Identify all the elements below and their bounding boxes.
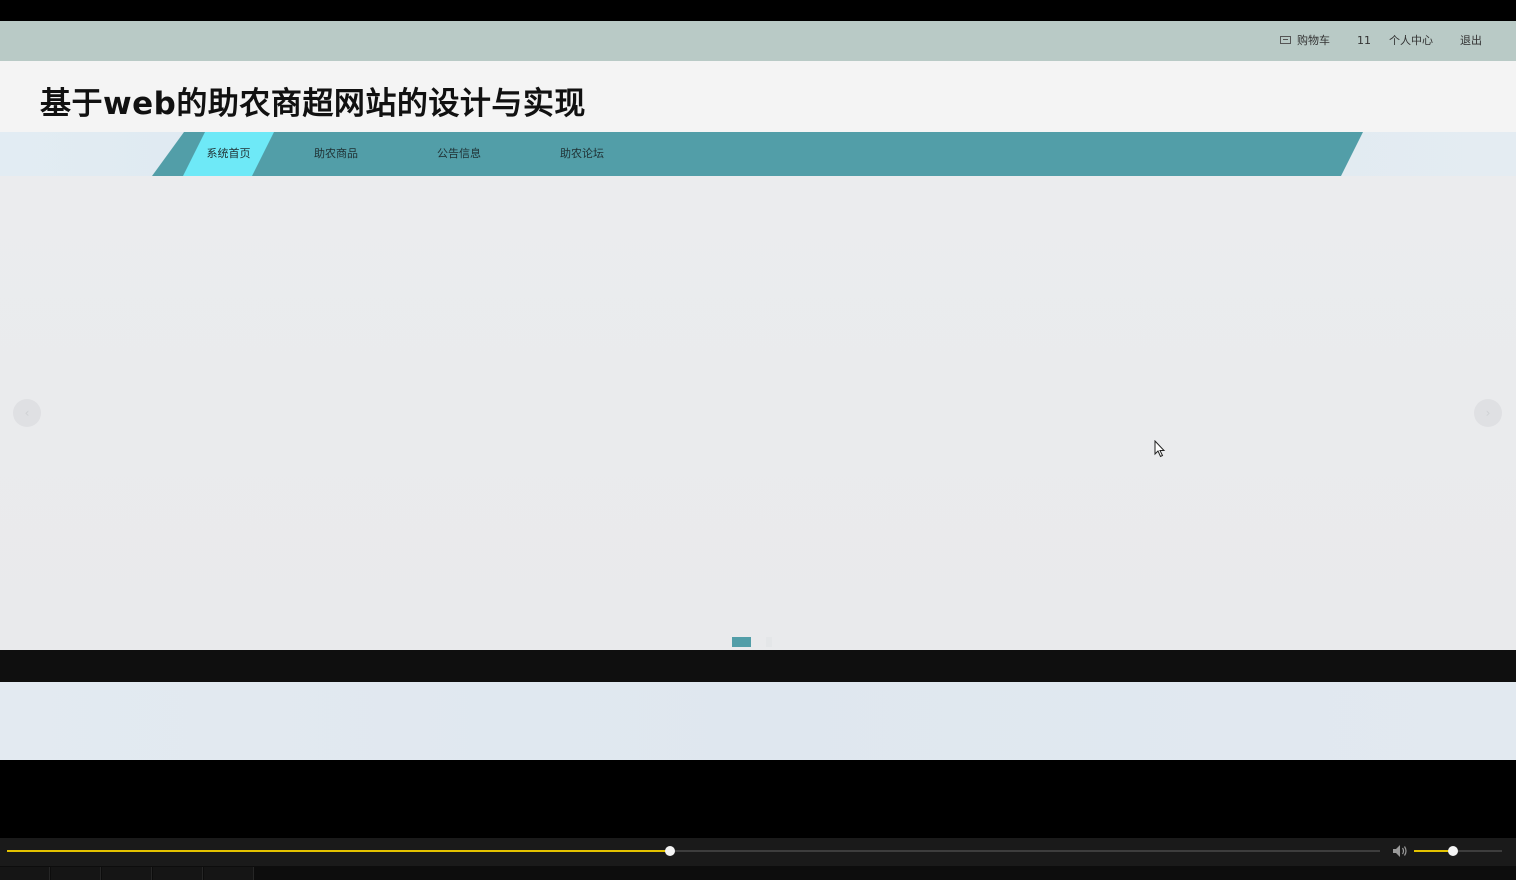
- volume-handle[interactable]: [1447, 846, 1458, 856]
- taskbar-slot[interactable]: [51, 867, 101, 880]
- main-nav: 系统首页 助农商品 公告信息 助农论坛: [0, 132, 1516, 176]
- carousel-prev-button[interactable]: ‹: [13, 399, 41, 427]
- cart-label: 购物车: [1297, 34, 1330, 47]
- cart-icon: [1280, 36, 1291, 44]
- volume-slider[interactable]: [1414, 846, 1502, 856]
- profile-link[interactable]: 个人中心: [1389, 34, 1433, 48]
- username: 11: [1357, 34, 1371, 47]
- volume-level: [1414, 850, 1453, 852]
- taskbar-slot[interactable]: [204, 867, 254, 880]
- cart-link[interactable]: 购物车: [1280, 34, 1330, 48]
- site-title: 基于web的助农商超网站的设计与实现: [40, 86, 586, 122]
- bottom-taskbar: [0, 866, 1516, 880]
- taskbar-slot[interactable]: [0, 867, 50, 880]
- carousel-indicator[interactable]: [766, 637, 772, 647]
- mouse-cursor-icon: [1154, 440, 1166, 458]
- carousel-next-button[interactable]: ›: [1474, 399, 1502, 427]
- site-header: 基于web的助农商超网站的设计与实现: [0, 61, 1516, 132]
- banner-carousel: ‹ ›: [0, 176, 1516, 650]
- nav-item-products[interactable]: 助农商品: [314, 132, 358, 176]
- taskbar-slot[interactable]: [153, 867, 203, 880]
- nav-item-forum[interactable]: 助农论坛: [560, 132, 604, 176]
- section-divider: [0, 650, 1516, 682]
- seek-handle[interactable]: [665, 846, 676, 856]
- logout-link[interactable]: 退出: [1460, 34, 1482, 48]
- taskbar-slot[interactable]: [102, 867, 152, 880]
- top-utility-bar: 购物车 11 个人中心 退出: [0, 21, 1516, 61]
- chevron-left-icon: ‹: [24, 406, 30, 420]
- volume-icon[interactable]: [1392, 844, 1408, 858]
- player-controls: [0, 838, 1516, 866]
- video-player-frame: 购物车 11 个人中心 退出 基于web的助农商超网站的设计与实现 系统首页 助…: [0, 0, 1516, 880]
- seek-bar[interactable]: [7, 846, 1380, 856]
- seek-progress: [7, 850, 671, 852]
- chevron-right-icon: ›: [1485, 406, 1491, 420]
- content-section: [0, 682, 1516, 760]
- nav-item-announcements[interactable]: 公告信息: [437, 132, 481, 176]
- carousel-indicator-active[interactable]: [732, 637, 751, 647]
